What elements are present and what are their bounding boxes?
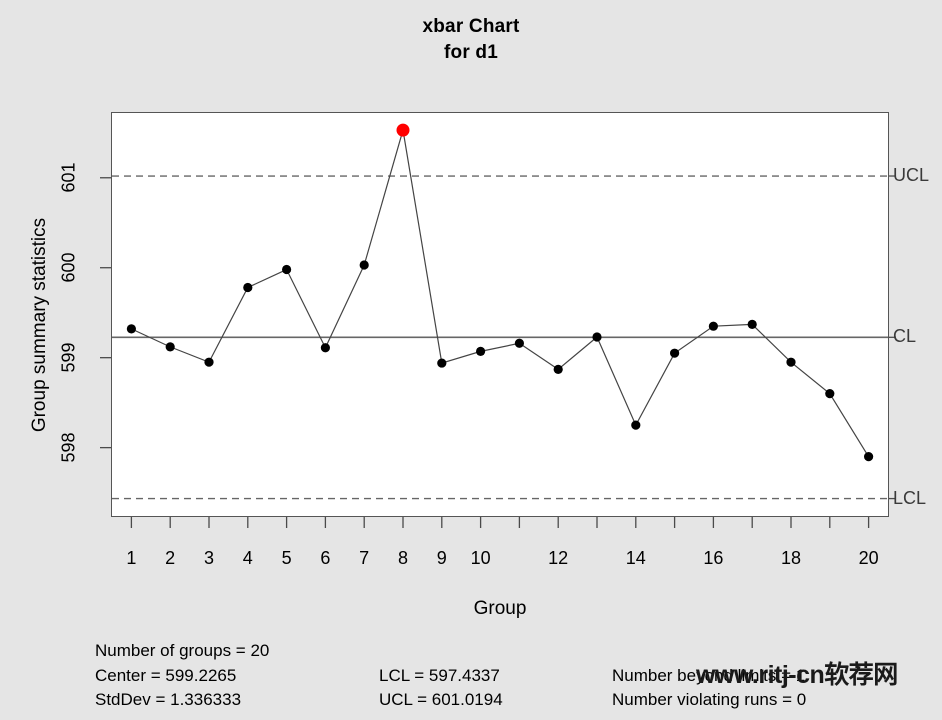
x-tick-label: 10 <box>470 548 491 568</box>
x-axis-title: Group <box>473 598 527 619</box>
data-point <box>708 321 719 331</box>
y-tick-label: 599 <box>58 342 79 373</box>
data-point <box>553 364 563 374</box>
data-point <box>243 282 253 293</box>
data-point <box>359 260 369 270</box>
x-tick-label: 20 <box>858 548 879 568</box>
chart-title: xbar Chart for d1 <box>0 14 942 66</box>
data-point <box>786 357 796 367</box>
data-point <box>592 332 602 342</box>
data-point <box>165 342 175 352</box>
y-tick-label: 600 <box>58 252 79 283</box>
data-point <box>825 389 835 399</box>
x-tick-label: 1 <box>126 548 137 568</box>
data-point <box>747 319 757 329</box>
stat-center: Center = 599.2265 <box>95 665 237 685</box>
plot-panel <box>111 112 889 517</box>
data-point <box>126 324 136 334</box>
data-point <box>204 357 214 367</box>
data-point <box>282 264 292 275</box>
x-tick-label: 2 <box>165 548 176 568</box>
x-tick-label: 16 <box>703 548 724 568</box>
stat-column-limits: LCL = 597.4337 UCL = 601.0194 <box>379 664 503 713</box>
data-point <box>476 346 486 356</box>
x-tick-label: 12 <box>548 548 569 568</box>
x-tick-label: 8 <box>397 548 408 568</box>
chart-title-subtitle: for d1 <box>444 42 498 63</box>
stat-column-summary: Number of groups = 20 Center = 599.2265 … <box>95 639 269 713</box>
data-point <box>320 343 330 353</box>
data-point <box>437 358 447 368</box>
cl-label: CL <box>893 326 917 347</box>
x-tick-label: 6 <box>320 548 331 568</box>
y-axis-title: Group summary statistics <box>29 217 50 433</box>
stat-lcl: LCL = 597.4337 <box>379 665 500 685</box>
lcl-label: LCL <box>893 487 927 508</box>
data-point <box>631 420 641 430</box>
y-tick-label: 601 <box>58 162 79 193</box>
x-tick-label: 5 <box>281 548 292 568</box>
x-tick-label: 3 <box>203 548 214 568</box>
data-point <box>514 338 524 348</box>
ucl-label: UCL <box>893 165 930 186</box>
x-tick-label: 7 <box>359 548 370 568</box>
series-line <box>131 129 870 457</box>
site-watermark: www.ritj-cn软荐网 <box>696 661 898 689</box>
x-tick-label: 14 <box>625 548 646 568</box>
stat-stddev: StdDev = 1.336333 <box>95 690 242 709</box>
stat-number-violating-runs: Number violating runs = 0 <box>612 690 807 709</box>
series-points-group <box>126 123 874 462</box>
chart-title-main: xbar Chart <box>422 16 520 37</box>
stat-number-of-groups: Number of groups = 20 <box>95 641 270 660</box>
x-tick-label: 18 <box>780 548 802 568</box>
data-point-violation <box>396 123 410 137</box>
data-point <box>864 452 874 462</box>
data-point <box>670 348 680 358</box>
x-tick-label: 9 <box>436 548 447 568</box>
x-tick-label: 4 <box>242 548 253 568</box>
stat-ucl: UCL = 601.0194 <box>379 690 503 709</box>
control-chart-plot <box>112 123 888 500</box>
y-tick-label: 598 <box>58 432 79 463</box>
limit-lines-group <box>112 175 888 500</box>
